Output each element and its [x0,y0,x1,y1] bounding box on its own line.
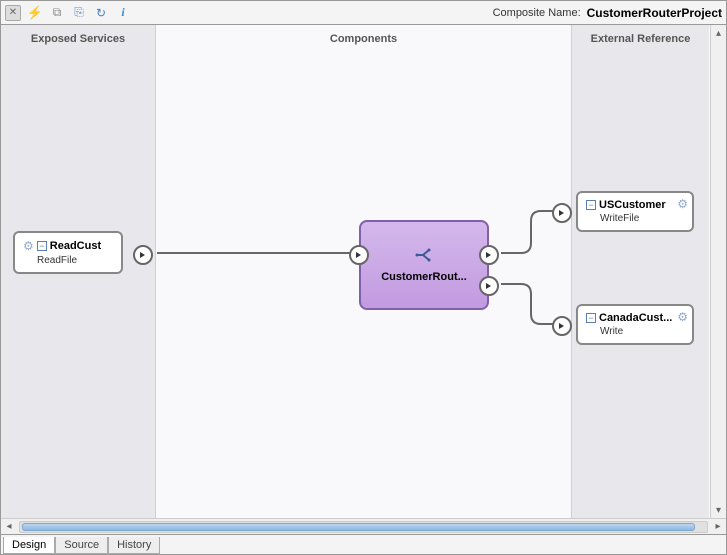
reference-title: USCustomer [599,199,666,211]
collapse-icon[interactable]: − [586,200,596,210]
scroll-thumb[interactable] [22,523,695,531]
scroll-right-icon[interactable]: ▸ [710,521,726,532]
tab-source[interactable]: Source [55,537,108,554]
info-icon[interactable]: i [115,5,131,21]
editor-tabs: Design Source History [1,534,726,554]
collapse-icon[interactable]: − [37,241,47,251]
input-port[interactable] [552,316,572,336]
copy-icon[interactable]: ⎘ [71,5,87,21]
tab-history[interactable]: History [108,537,160,554]
reference-uscustomer[interactable]: ⚙ − USCustomer WriteFile [576,191,694,232]
lane-header-mid: Components [156,25,571,53]
close-button[interactable]: ✕ [5,5,21,21]
composite-editor: ✕ ⚡ ⧉ ⎘ ↻ i Composite Name: CustomerRout… [0,0,727,555]
scroll-up-icon[interactable]: ▴ [711,25,726,41]
reference-canadacust[interactable]: ⚙ − CanadaCust... Write [576,304,694,345]
output-port-2[interactable] [479,276,499,296]
service-readcust[interactable]: ⚙ − ReadCust ReadFile [13,231,123,274]
reference-subtitle: Write [586,324,684,337]
lane-header-left: Exposed Services [1,25,155,53]
output-port-1[interactable] [479,245,499,265]
input-port[interactable] [552,203,572,223]
scroll-down-icon[interactable]: ▾ [711,502,726,518]
stack-icon[interactable]: ⧉ [49,5,65,21]
gear-icon: ⚙ [677,310,688,324]
refresh-icon[interactable]: ↻ [93,5,109,21]
toolbar: ✕ ⚡ ⧉ ⎘ ↻ i Composite Name: CustomerRout… [1,1,726,25]
component-title: CustomerRout... [381,271,467,283]
service-subtitle: ReadFile [23,253,113,266]
reference-subtitle: WriteFile [586,211,684,224]
tab-design[interactable]: Design [3,537,55,554]
gear-icon: ⚙ [677,197,688,211]
composite-name-value: CustomerRouterProject [587,6,722,20]
scroll-track[interactable] [19,521,708,533]
canvas-wrap: Exposed Services Components External Ref… [1,25,726,518]
input-port[interactable] [349,245,369,265]
collapse-icon[interactable]: − [586,313,596,323]
gear-icon: ⚙ [23,239,34,253]
lane-external-reference: External Reference [571,25,709,518]
reference-title: CanadaCust... [599,312,672,324]
component-customerrouter[interactable]: CustomerRout... [359,220,489,310]
mediator-icon [415,248,433,265]
composite-name-label: Composite Name: [493,7,581,19]
output-port[interactable] [133,245,153,265]
vertical-scrollbar[interactable]: ▴ ▾ [710,25,726,518]
horizontal-scrollbar[interactable]: ◂ ▸ [1,518,726,534]
service-title: ReadCust [50,240,101,252]
scroll-left-icon[interactable]: ◂ [1,521,17,532]
lane-header-right: External Reference [572,25,709,53]
design-canvas[interactable]: Exposed Services Components External Ref… [1,25,726,518]
lightning-icon[interactable]: ⚡ [27,5,43,21]
